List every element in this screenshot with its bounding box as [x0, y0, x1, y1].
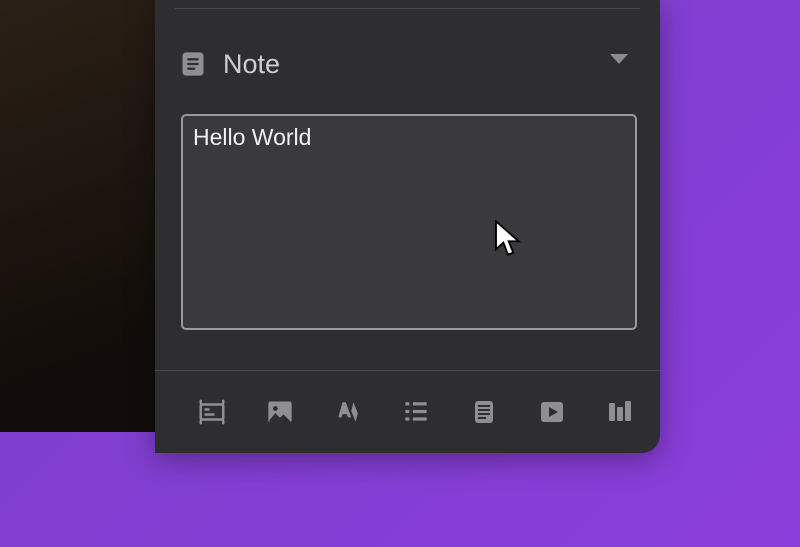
note-textarea[interactable]	[193, 124, 625, 320]
note-section-header[interactable]: Note	[179, 40, 636, 88]
card-icon[interactable]	[195, 395, 229, 429]
style-icon[interactable]	[331, 395, 365, 429]
section-title: Note	[223, 49, 280, 80]
content-preview-edge	[0, 0, 155, 432]
columns-icon[interactable]	[603, 395, 637, 429]
side-panel: Note	[155, 0, 660, 453]
note-input-container[interactable]	[181, 114, 637, 330]
note-icon	[179, 50, 207, 78]
image-icon[interactable]	[263, 395, 297, 429]
divider	[175, 8, 640, 9]
document-icon[interactable]	[467, 395, 501, 429]
bottom-toolbar	[155, 371, 660, 453]
chevron-down-icon[interactable]	[610, 54, 628, 64]
video-icon[interactable]	[535, 395, 569, 429]
list-icon[interactable]	[399, 395, 433, 429]
